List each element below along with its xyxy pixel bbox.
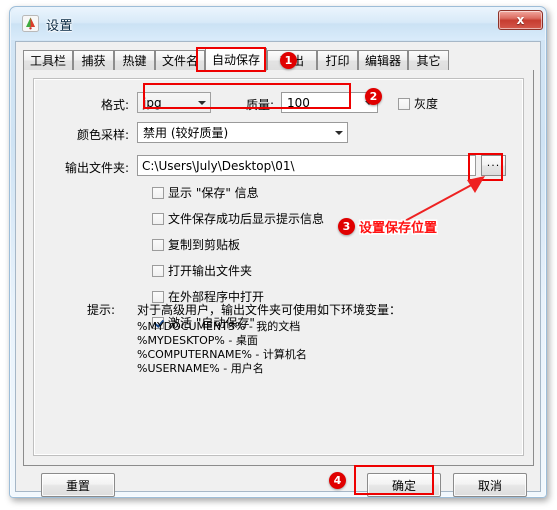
titlebar: 设置 x (10, 7, 548, 41)
option-checkbox-label: 复制到剪贴板 (168, 238, 241, 252)
tab-2[interactable]: 热键 (114, 50, 155, 71)
quality-label: 质量: (245, 98, 274, 112)
format-select[interactable]: jpg (137, 92, 211, 113)
tab-label: 自动保存 (211, 53, 260, 67)
tab-label: 热键 (122, 54, 147, 68)
annotation-badge-4: 4 (329, 472, 346, 489)
quality-value: 100 (287, 95, 310, 110)
option-checkbox-1[interactable]: 文件保存成功后显示提示信息 (152, 210, 324, 227)
tips-variable-list: %MYDOCUMENTS% - 我的文档 %MYDESKTOP% - 桌面 %C… (137, 320, 307, 375)
cancel-button[interactable]: 取消 (453, 473, 527, 497)
tab-label: 捕获 (81, 54, 106, 68)
tab-label: 其它 (416, 54, 441, 68)
checkbox-box (152, 212, 164, 225)
reset-button[interactable]: 重置 (41, 473, 115, 497)
tab-6[interactable]: 打印 (317, 50, 358, 71)
screenshot-root: 设置 x 工具栏捕获热键文件名自动保存输出打印编辑器其它 格式: jpg (0, 0, 557, 510)
annotation-badge-2: 2 (365, 88, 382, 105)
settings-window: 设置 x 工具栏捕获热键文件名自动保存输出打印编辑器其它 格式: jpg (9, 6, 547, 498)
tab-4[interactable]: 自动保存 (205, 48, 267, 71)
sampling-select[interactable]: 禁用 (较好质量) (137, 122, 348, 143)
tab-3[interactable]: 文件名 (155, 50, 205, 71)
tips-label: 提示: (87, 303, 116, 317)
chevron-down-icon (193, 93, 210, 112)
grayscale-checkbox[interactable]: 灰度 (398, 95, 438, 112)
close-button[interactable]: x (498, 10, 543, 30)
tab-7[interactable]: 编辑器 (358, 50, 408, 71)
close-icon: x (516, 13, 525, 27)
checkbox-box (152, 238, 164, 251)
option-checkbox-label: 文件保存成功后显示提示信息 (168, 212, 325, 226)
dialog-client-area: 工具栏捕获热键文件名自动保存输出打印编辑器其它 格式: jpg 质量: 100 (15, 41, 541, 497)
tab-1[interactable]: 捕获 (73, 50, 114, 71)
grayscale-label: 灰度 (414, 97, 439, 111)
sampling-label: 颜色采样: (76, 128, 129, 142)
tips-heading-text: 对于高级用户，输出文件夹可使用如下环境变量： (137, 303, 402, 317)
sampling-value: 禁用 (较好质量) (143, 126, 229, 140)
format-label: 格式: (100, 98, 129, 112)
tab-label: 打印 (325, 54, 350, 68)
checkbox-box (152, 264, 164, 277)
tab-label: 工具栏 (29, 54, 66, 68)
tab-label: 编辑器 (364, 54, 401, 68)
output-folder-label: 输出文件夹: (64, 161, 129, 175)
option-checkbox-label: 打开输出文件夹 (168, 264, 253, 278)
annotation-note-3: 设置保存位置 (359, 221, 438, 236)
tab-page-autosave: 格式: jpg 质量: 100 灰度 颜色采样: 禁用 (较好质量) 输出文件夹… (23, 70, 534, 466)
settings-groupbox: 格式: jpg 质量: 100 灰度 颜色采样: 禁用 (较好质量) 输出文件夹… (33, 78, 524, 456)
option-checkbox-2[interactable]: 复制到剪贴板 (152, 236, 240, 253)
window-title: 设置 (46, 19, 74, 34)
option-checkbox-label: 显示 "保存" 信息 (168, 186, 259, 200)
tab-strip: 工具栏捕获热键文件名自动保存输出打印编辑器其它 (23, 48, 534, 71)
checkbox-box (398, 97, 410, 110)
format-value: jpg (143, 95, 162, 110)
option-checkbox-0[interactable]: 显示 "保存" 信息 (152, 184, 259, 201)
app-logo-icon (22, 15, 39, 32)
annotation-badge-1: 1 (280, 52, 297, 69)
tab-label: 文件名 (161, 54, 198, 68)
browse-folder-button[interactable]: ... (481, 155, 506, 176)
tab-8[interactable]: 其它 (408, 50, 449, 71)
ok-button[interactable]: 确定 (367, 473, 441, 497)
checkbox-box (152, 186, 164, 199)
output-folder-input[interactable]: C:\Users\July\Desktop\01\ (137, 155, 476, 176)
tab-0[interactable]: 工具栏 (23, 50, 73, 71)
chevron-down-icon (330, 123, 347, 142)
quality-select[interactable]: 100 (281, 92, 378, 113)
annotation-badge-3: 3 (338, 218, 355, 235)
option-checkbox-3[interactable]: 打开输出文件夹 (152, 262, 252, 279)
